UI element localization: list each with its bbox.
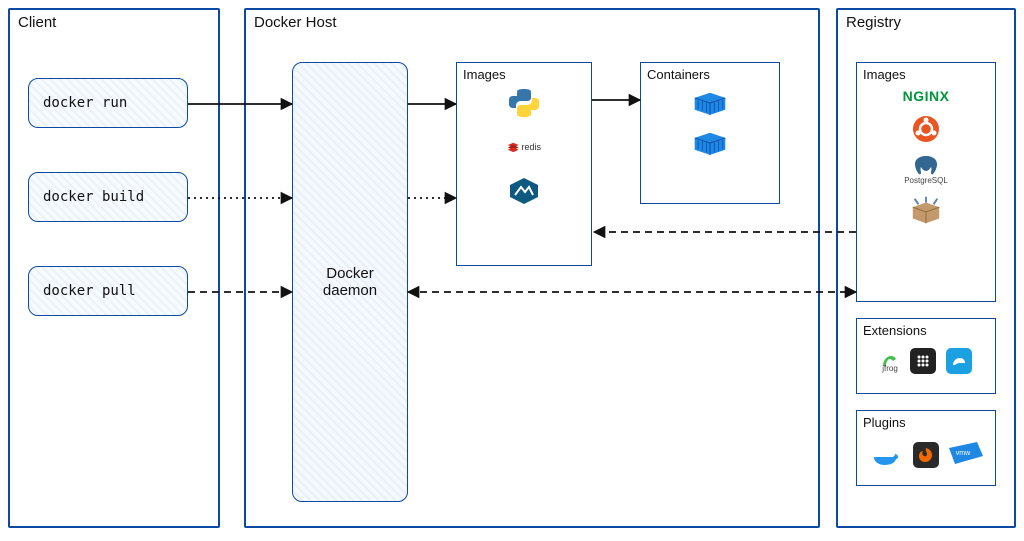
registry-plugins-panel: Plugins vmw [856,410,996,486]
cmd-docker-run-label: docker run [43,95,127,111]
host-images-panel: Images redis [456,62,592,266]
container-icon [693,128,727,158]
docker-plugin-icon [869,440,903,470]
docker-daemon-label: Docker daemon [299,265,401,299]
registry-plugins-title: Plugins [857,411,995,434]
alpine-icon [507,176,541,206]
postgresql-icon: PostgreSQL [904,154,948,185]
postgresql-label: PostgreSQL [904,176,948,185]
registry-images-title: Images [857,63,995,86]
redis-icon: redis [507,132,541,162]
redis-label: redis [521,142,541,152]
host-images-title: Images [457,63,591,86]
package-icon [909,195,943,225]
docker-host-title: Docker Host [246,10,818,31]
cmd-docker-build-label: docker build [43,189,144,205]
cmd-docker-pull: docker pull [28,266,188,316]
cmd-docker-build: docker build [28,172,188,222]
host-containers-title: Containers [641,63,716,86]
client-title: Client [10,10,218,31]
container-icon [693,88,727,118]
registry-title: Registry [838,10,1014,31]
cmd-docker-run: docker run [28,78,188,128]
grafana-plugin-icon [913,442,939,468]
portainer-icon [910,348,936,374]
python-icon [507,88,541,118]
registry-extensions-panel: Extensions jfrog [856,318,996,394]
host-containers-panel: Containers [640,62,780,204]
svg-text:vmw: vmw [956,450,971,457]
docker-daemon-box: Docker daemon [292,62,408,502]
cmd-docker-pull-label: docker pull [43,283,136,299]
tailscale-icon [946,348,972,374]
vmw-plugin-icon: vmw [949,442,983,469]
jfrog-icon: jfrog [880,350,900,373]
nginx-icon: NGINX [903,88,950,104]
ubuntu-icon [909,114,943,144]
registry-extensions-title: Extensions [857,319,995,342]
registry-images-panel: Images NGINX PostgreSQL [856,62,996,302]
